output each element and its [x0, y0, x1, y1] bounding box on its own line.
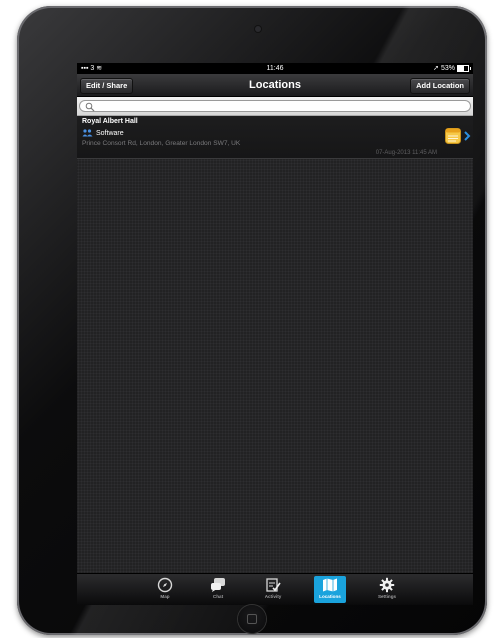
- gear-icon: [379, 577, 395, 593]
- location-name: Royal Albert Hall: [82, 118, 138, 125]
- battery-icon: [457, 65, 471, 72]
- app-screen: ▪▪▪ 3 ≋ 11:46 ➚ 53% Edit / Share Locatio…: [77, 63, 473, 605]
- status-bar: ▪▪▪ 3 ≋ 11:46 ➚ 53%: [77, 63, 473, 74]
- add-location-button[interactable]: Add Location: [410, 78, 470, 94]
- location-arrow-icon: ➚: [433, 65, 439, 72]
- tab-bar: Map Chat Activity Locations Settings: [77, 573, 473, 605]
- tab-map[interactable]: Map: [149, 576, 181, 603]
- tab-label-settings: Settings: [377, 594, 397, 599]
- location-category: Software: [82, 129, 124, 137]
- tab-settings[interactable]: Settings: [371, 576, 403, 603]
- notes-icon[interactable]: [445, 128, 461, 144]
- activity-checklist-icon: [266, 578, 281, 592]
- ipad-device: ▪▪▪ 3 ≋ 11:46 ➚ 53% Edit / Share Locatio…: [17, 6, 487, 635]
- search-input[interactable]: [79, 100, 471, 112]
- battery-percent: 53%: [440, 65, 455, 72]
- tab-label-chat: Chat: [212, 594, 224, 599]
- search-bar: [77, 97, 473, 116]
- chat-bubble-icon: [211, 578, 225, 592]
- people-group-icon: [82, 129, 93, 137]
- location-list-item[interactable]: Royal Albert Hall Software Prince Consor…: [77, 116, 473, 159]
- location-address: Prince Consort Rd, London, Greater Londo…: [82, 140, 241, 147]
- map-icon: [323, 578, 337, 592]
- tab-chat[interactable]: Chat: [202, 576, 234, 603]
- location-category-label: Software: [96, 129, 124, 137]
- status-right: ➚ 53%: [433, 63, 471, 74]
- navigation-bar: Edit / Share Locations Add Location: [77, 74, 473, 97]
- tab-locations[interactable]: Locations: [314, 576, 346, 603]
- location-timestamp: 07-Aug-2013 11:45 AM: [375, 150, 437, 156]
- search-icon: [85, 102, 95, 112]
- tab-label-locations: Locations: [319, 594, 341, 599]
- chevron-right-icon[interactable]: [463, 131, 471, 141]
- front-camera: [255, 26, 261, 32]
- compass-icon: [157, 577, 173, 593]
- status-time: 11:46: [266, 65, 284, 72]
- tab-activity[interactable]: Activity: [257, 576, 289, 603]
- tab-label-map: Map: [160, 594, 170, 599]
- home-button[interactable]: [238, 605, 266, 633]
- tab-label-activity: Activity: [264, 594, 282, 599]
